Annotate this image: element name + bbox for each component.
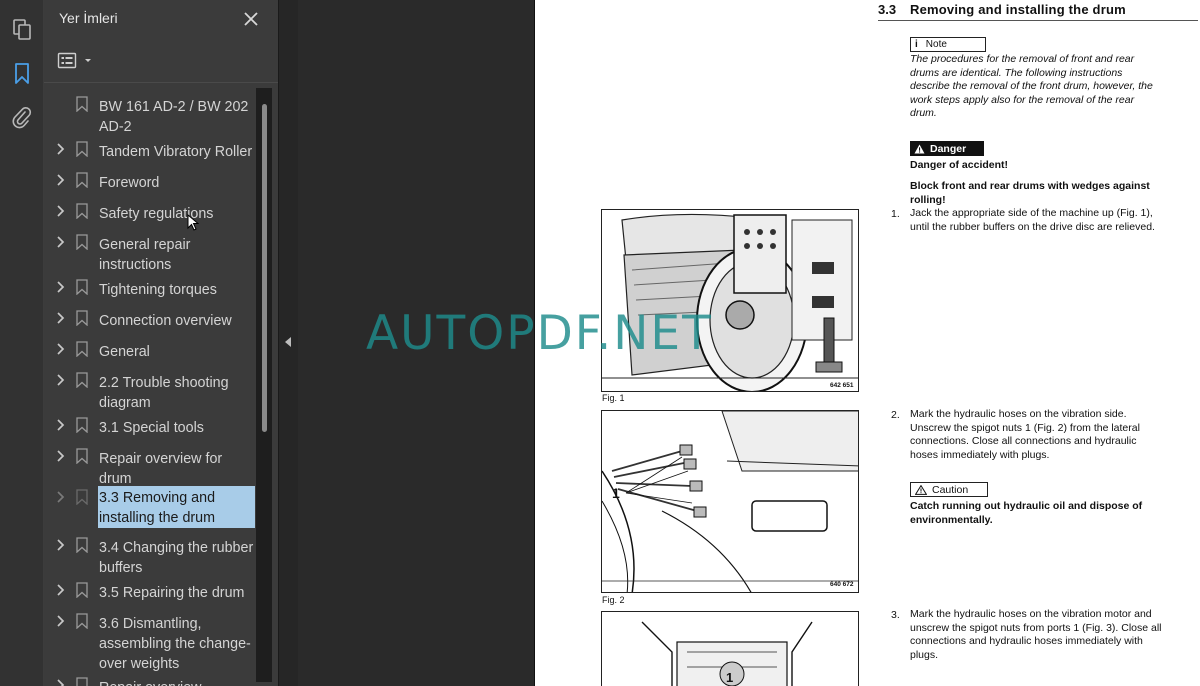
chevron-right-icon[interactable] [55,418,67,432]
section-title: Removing and installing the drum [910,2,1126,17]
step-number: 1. [891,208,900,220]
step-number: 3. [891,609,900,621]
list-options-icon [57,52,77,69]
bookmark-label: 3.5 Repairing the drum [99,585,245,601]
danger-line-1: Danger of accident! [910,159,1009,171]
document-page: 3.3 Removing and installing the drum i N… [534,0,1200,686]
chevron-right-icon[interactable] [55,280,67,294]
danger-label: Danger [930,142,967,155]
figure-2-image: 1 640 672 [601,410,859,593]
chevron-right-icon[interactable] [55,373,67,387]
chevron-right-icon[interactable] [55,490,67,504]
bookmark-label: General [99,344,150,360]
figure-callout: 1 [612,485,620,501]
bookmark-icon [76,537,88,553]
step-text: Jack the appropriate side of the machine… [910,207,1155,233]
bookmark-icon [76,489,88,505]
danger-label-box: Danger [910,141,984,156]
note-text: The procedures for the removal of front … [910,53,1153,120]
figure-code: 640 672 [830,581,854,588]
step-text: Mark the hydraulic hoses on the vibratio… [910,408,1140,461]
section-rule [878,20,1198,21]
bookmark-label: 3.4 Changing the rubber buffers [99,540,254,576]
attachment-icon[interactable] [8,104,36,132]
bookmark-label: 3.1 Special tools [99,420,204,436]
chevron-right-icon[interactable] [55,449,67,463]
bookmark-label: Repair overview for drum [99,451,223,487]
pages-icon[interactable] [8,16,36,44]
pdf-viewer: Yer İmleri BW 161 AD-2 / BW 202 AD-2 Tan… [0,0,1200,686]
bookmark-icon[interactable] [8,60,36,88]
bookmark-icon [76,279,88,295]
chevron-right-icon[interactable] [55,235,67,249]
warning-triangle-icon [914,144,925,153]
bookmark-label: Foreword [99,175,160,191]
bookmark-list: BW 161 AD-2 / BW 202 AD-2 Tandem Vibrato… [44,88,260,686]
bookmark-icon [76,234,88,250]
panel-title: Yer İmleri [59,10,118,26]
bookmark-label: BW 161 AD-2 / BW 202 AD-2 [99,99,249,135]
danger-line-2: Block front and rear drums with wedges a… [910,180,1150,206]
bookmark-label: Connection overview [99,313,232,329]
note-label: Note [925,39,947,50]
caution-label: Caution [932,483,969,496]
chevron-down-icon [85,59,91,62]
chevron-right-icon[interactable] [55,173,67,187]
tool-rail [0,0,44,686]
bookmark-label: Repair overview [99,678,257,686]
bookmark-label: Tightening torques [99,282,217,298]
divider [44,82,278,83]
bookmark-icon [76,310,88,326]
chevron-right-icon[interactable] [55,678,67,686]
bookmark-icon [76,141,88,157]
bookmark-icon [76,341,88,357]
bookmark-icon [76,203,88,219]
bookmark-icon [76,417,88,433]
scrollbar-thumb[interactable] [262,104,267,432]
document-viewport[interactable]: 3.3 Removing and installing the drum i N… [298,0,1200,686]
info-icon: i [915,39,918,50]
warning-triangle-icon [915,484,927,495]
bookmark-label: Tandem Vibratory Roller [99,144,253,160]
chevron-right-icon[interactable] [55,142,67,156]
chevron-right-icon[interactable] [55,204,67,218]
section-number: 3.3 [878,2,897,17]
bookmark-icon [76,96,88,112]
note-label-box: i Note [910,37,986,52]
chevron-right-icon[interactable] [55,538,67,552]
bookmark-label: General repair instructions [99,237,191,273]
chevron-right-icon[interactable] [55,583,67,597]
step-text: Mark the hydraulic hoses on the vibratio… [910,608,1162,661]
bookmarks-panel: Yer İmleri BW 161 AD-2 / BW 202 AD-2 Tan… [44,0,278,686]
bookmark-options-button[interactable] [57,48,95,74]
bookmark-label: 3.3 Removing and installing the drum [99,490,216,526]
bookmark-icon [76,448,88,464]
step-number: 2. [891,409,900,421]
bookmark-label: Safety regulations [99,206,214,222]
collapse-panel-icon[interactable] [281,333,295,351]
figure-code: 642 651 [830,382,854,389]
bookmark-icon [76,677,88,686]
bookmark-label: 3.6 Dismantling, assembling the change-o… [99,616,251,672]
bookmark-icon [76,613,88,629]
figure-1-image: 642 651 [601,209,859,392]
chevron-right-icon[interactable] [55,342,67,356]
figure-callout: 1 [726,670,734,685]
panel-header: Yer İmleri [44,0,278,38]
mouse-cursor-icon [187,214,199,231]
chevron-right-icon[interactable] [55,311,67,325]
bookmark-icon [76,372,88,388]
caution-text: Catch running out hydraulic oil and disp… [910,500,1143,526]
bookmark-icon [76,172,88,188]
chevron-right-icon[interactable] [55,614,67,628]
caution-label-box: Caution [910,482,988,497]
bookmark-label: 2.2 Trouble shooting diagram [99,375,229,411]
figure-caption: Fig. 2 [602,595,625,605]
figure-3-image: 1 [601,611,859,686]
figure-caption: Fig. 1 [602,393,625,403]
close-icon[interactable] [240,8,262,30]
bookmark-icon [76,582,88,598]
